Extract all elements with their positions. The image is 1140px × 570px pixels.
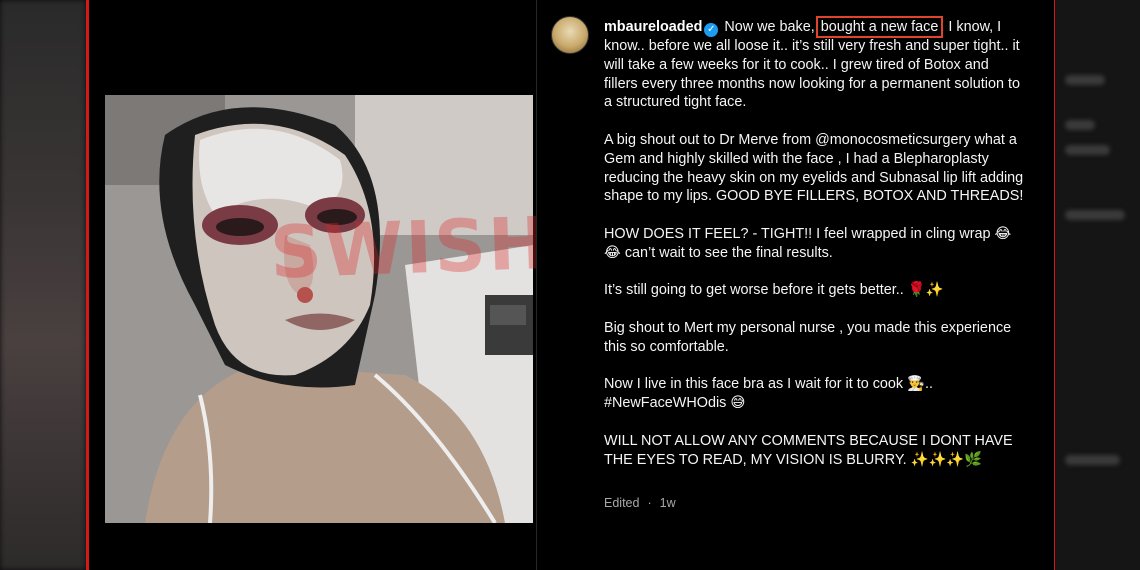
- blurred-background-left: [0, 0, 86, 570]
- caption-paragraph-6: Now I live in this face bra as I wait fo…: [604, 376, 934, 412]
- caption-text-1a: Now we bake,: [724, 19, 819, 35]
- blurred-background-right: [1055, 0, 1140, 570]
- post-time[interactable]: 1w: [660, 496, 676, 510]
- caption-paragraph-7: WILL NOT ALLOW ANY COMMENTS BECAUSE I DO…: [604, 432, 1013, 468]
- verified-badge-icon: ✓: [704, 23, 719, 37]
- separator-dot: ·: [647, 496, 652, 510]
- post-image[interactable]: [105, 95, 533, 523]
- caption-paragraph-4: It’s still going to get worse before it …: [604, 282, 944, 299]
- user-avatar[interactable]: [551, 16, 589, 54]
- caption-paragraph-1: mbaureloaded ✓ Now we bake, bought a new …: [604, 16, 1024, 112]
- username-link[interactable]: mbaureloaded: [604, 19, 702, 35]
- highlighted-phrase: bought a new face: [815, 16, 944, 38]
- edited-label: Edited: [604, 496, 640, 510]
- post-meta: Edited · 1w: [604, 496, 684, 510]
- caption-paragraph-2: A big shout out to Dr Merve from @monoco…: [604, 131, 1024, 205]
- caption-paragraph-3: HOW DOES IT FEEL? - TIGHT!! I feel wrapp…: [604, 225, 1012, 261]
- caption-paragraph-5: Big shout to Mert my personal nurse , yo…: [604, 319, 1012, 355]
- post-caption: mbaureloaded ✓ Now we bake, bought a new …: [604, 16, 1024, 488]
